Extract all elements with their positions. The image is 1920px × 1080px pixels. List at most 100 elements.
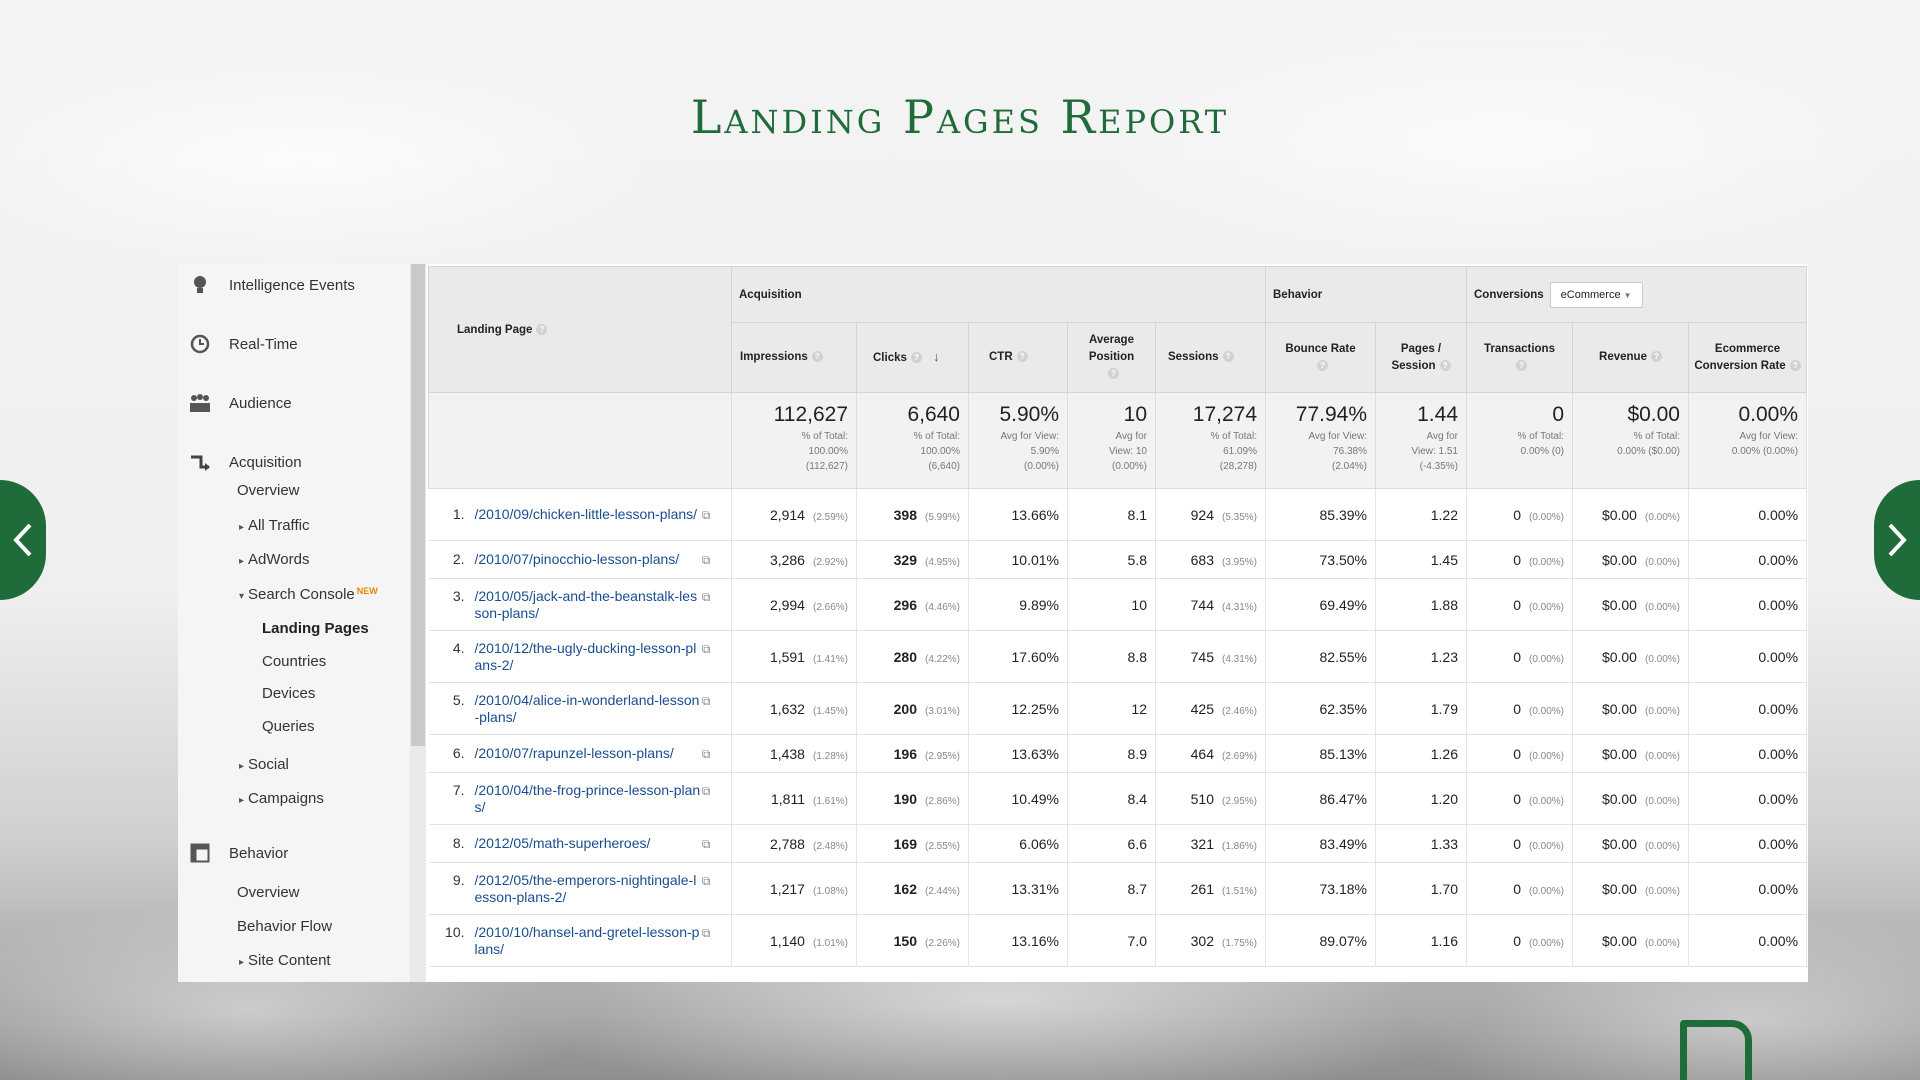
- col-avg-position[interactable]: Average Position?: [1067, 322, 1156, 393]
- help-icon[interactable]: ?: [1516, 359, 1527, 371]
- sidebar-scrollbar[interactable]: [410, 264, 426, 982]
- cell-landing-page: 5. ⧉/2010/04/alice-in-wonderland-lesson-p…: [428, 682, 732, 735]
- table-row: 8. ⧉ /2012/05/math-superheroes/2,788 (2.48%…: [428, 824, 1808, 863]
- sidebar-site-content[interactable]: ▸ Site Content: [239, 952, 331, 969]
- conversions-dropdown[interactable]: eCommerce ▼: [1549, 281, 1643, 308]
- col-ecommerce-conversion-rate[interactable]: Ecommerce Conversion Rate?: [1687, 322, 1808, 393]
- external-link-icon[interactable]: ⧉: [702, 783, 711, 800]
- landing-page-link[interactable]: ⧉/2010/10/hansel-and-gretel-lesson-plans…: [475, 924, 711, 958]
- landing-page-link[interactable]: ⧉/2010/05/jack-and-the-beanstalk-lesson-…: [475, 588, 711, 622]
- cell-value: 0: [1513, 745, 1521, 762]
- cell-value: 8.8: [1127, 648, 1147, 665]
- cell-percent: (2.26%): [924, 937, 960, 949]
- total-value: 1.44: [1417, 403, 1458, 426]
- help-icon[interactable]: ?: [1016, 351, 1028, 363]
- sidebar-behavior-overview[interactable]: Overview: [237, 884, 300, 901]
- cell-value: 8.7: [1127, 880, 1147, 897]
- landing-page-link[interactable]: ⧉ /2010/07/pinocchio-lesson-plans/: [475, 551, 711, 569]
- external-link-icon[interactable]: ⧉: [702, 507, 711, 524]
- row-number: 3.: [452, 587, 465, 604]
- scrollbar-thumb[interactable]: [411, 264, 425, 746]
- chevron-down-icon: ▼: [1623, 290, 1632, 300]
- landing-page-path: /2012/05/math-superheroes/: [474, 834, 651, 851]
- external-link-icon[interactable]: ⧉: [702, 693, 711, 710]
- col-clicks[interactable]: Clicks? ↓: [856, 322, 969, 393]
- help-icon[interactable]: ?: [1789, 359, 1801, 371]
- sidebar-behavior-flow[interactable]: Behavior Flow: [237, 918, 332, 935]
- help-icon[interactable]: ?: [1650, 351, 1662, 363]
- sidebar-campaigns[interactable]: ▸ Campaigns: [239, 790, 324, 807]
- sidebar-item-audience[interactable]: Audience: [178, 392, 292, 414]
- sidebar-adwords[interactable]: ▸ AdWords: [239, 551, 309, 568]
- total-label: (6,640): [928, 461, 960, 472]
- external-link-icon[interactable]: ⧉: [702, 746, 711, 763]
- total-value: 0: [1552, 403, 1564, 426]
- cell-ecr: 0.00%: [1688, 734, 1808, 773]
- landing-page-link[interactable]: ⧉/2010/04/the-frog-prince-lesson-plans/: [475, 782, 711, 816]
- row-number: 7.: [452, 781, 465, 798]
- sidebar-queries[interactable]: Queries: [262, 718, 315, 735]
- cell-impressions: 2,914 (2.59%): [731, 488, 857, 541]
- sort-desc-icon[interactable]: ↓: [933, 349, 940, 364]
- external-link-icon[interactable]: ⧉: [702, 589, 711, 606]
- sidebar-item-real-time[interactable]: Real-Time: [178, 333, 298, 355]
- external-link-icon[interactable]: ⧉: [702, 925, 711, 942]
- col-landing-page[interactable]: Landing Page?: [428, 266, 732, 393]
- cell-value: 0.00%: [1758, 551, 1799, 568]
- external-link-icon[interactable]: ⧉: [702, 641, 711, 658]
- total-value: 77.94%: [1295, 403, 1367, 426]
- cell-value: 69.49%: [1319, 596, 1367, 613]
- help-icon[interactable]: ?: [1317, 359, 1328, 371]
- group-conversions: Conversions eCommerce ▼: [1465, 266, 1808, 323]
- help-icon[interactable]: ?: [1108, 368, 1119, 380]
- sidebar-item-intelligence-events[interactable]: Intelligence Events: [178, 274, 355, 296]
- cell-landing-page: 4. ⧉ /2010/12/the-ugly-ducking-lesson-plan…: [428, 630, 732, 683]
- sidebar-all-traffic[interactable]: ▸ All Traffic: [239, 517, 309, 534]
- help-icon[interactable]: ?: [1439, 359, 1451, 371]
- sidebar-social[interactable]: ▸ Social: [239, 756, 289, 773]
- help-icon[interactable]: ?: [536, 323, 548, 335]
- cell-percent: (5.35%): [1221, 511, 1257, 523]
- cell-value: 8.4: [1127, 790, 1147, 807]
- cell-value: 10: [1131, 596, 1147, 613]
- cell-value: 7.0: [1127, 932, 1147, 949]
- cell-value: 1,591: [769, 648, 805, 665]
- sidebar-acquisition-overview[interactable]: Overview: [237, 482, 300, 499]
- col-transactions[interactable]: Transactions?: [1466, 322, 1573, 393]
- cell-bounce: 86.47%: [1265, 772, 1376, 825]
- help-icon[interactable]: ?: [910, 352, 922, 364]
- landing-page-link[interactable]: ⧉ /2012/05/the-emperors-nightingale-lesso…: [475, 872, 711, 906]
- help-icon[interactable]: ?: [1222, 351, 1234, 363]
- clock-icon: [189, 333, 211, 355]
- col-pages-session[interactable]: Pages / Session?: [1375, 322, 1467, 393]
- sidebar-devices[interactable]: Devices: [262, 685, 315, 702]
- cell-value: 0.00%: [1758, 596, 1799, 613]
- column-label: Landing Page: [457, 323, 533, 336]
- landing-page-link[interactable]: ⧉ /2010/12/the-ugly-ducking-lesson-plans-…: [475, 640, 711, 674]
- cell-value: $0.00: [1601, 551, 1637, 568]
- sidebar-item-acquisition[interactable]: Acquisition: [178, 451, 302, 473]
- landing-page-link[interactable]: ⧉ /2010/07/rapunzel-lesson-plans/: [475, 745, 711, 763]
- landing-page-link[interactable]: ⧉/2010/04/alice-in-wonderland-lesson-pla…: [475, 692, 711, 726]
- external-link-icon[interactable]: ⧉: [702, 552, 711, 569]
- sidebar-item-behavior[interactable]: Behavior: [178, 842, 288, 864]
- sidebar-search-console[interactable]: ▾ Search Console NEW: [239, 586, 378, 603]
- help-icon[interactable]: ?: [811, 351, 823, 363]
- sidebar-countries[interactable]: Countries: [262, 653, 326, 670]
- col-bounce-rate[interactable]: Bounce Rate?: [1265, 322, 1376, 393]
- cell-percent: (1.86%): [1221, 840, 1257, 852]
- landing-page-link[interactable]: ⧉/2010/09/chicken-little-lesson-plans/: [475, 506, 711, 524]
- cell-percent: (1.28%): [812, 750, 848, 762]
- col-revenue[interactable]: Revenue?: [1572, 322, 1689, 393]
- sidebar-landing-pages[interactable]: Landing Pages: [262, 620, 369, 637]
- cell-value: 1,632: [769, 700, 805, 717]
- total-revenue: $0.00 % of Total: 0.00% ($0.00): [1572, 392, 1689, 489]
- col-sessions[interactable]: Sessions?: [1155, 322, 1266, 393]
- cell-percent: (1.61%): [812, 795, 848, 807]
- landing-page-link[interactable]: ⧉ /2012/05/math-superheroes/: [475, 835, 711, 853]
- external-link-icon[interactable]: ⧉: [702, 873, 711, 890]
- external-link-icon[interactable]: ⧉: [702, 836, 711, 853]
- col-impressions[interactable]: Impressions?: [731, 322, 857, 393]
- cell-value: 1.45: [1430, 551, 1458, 568]
- col-ctr[interactable]: CTR?: [968, 322, 1068, 393]
